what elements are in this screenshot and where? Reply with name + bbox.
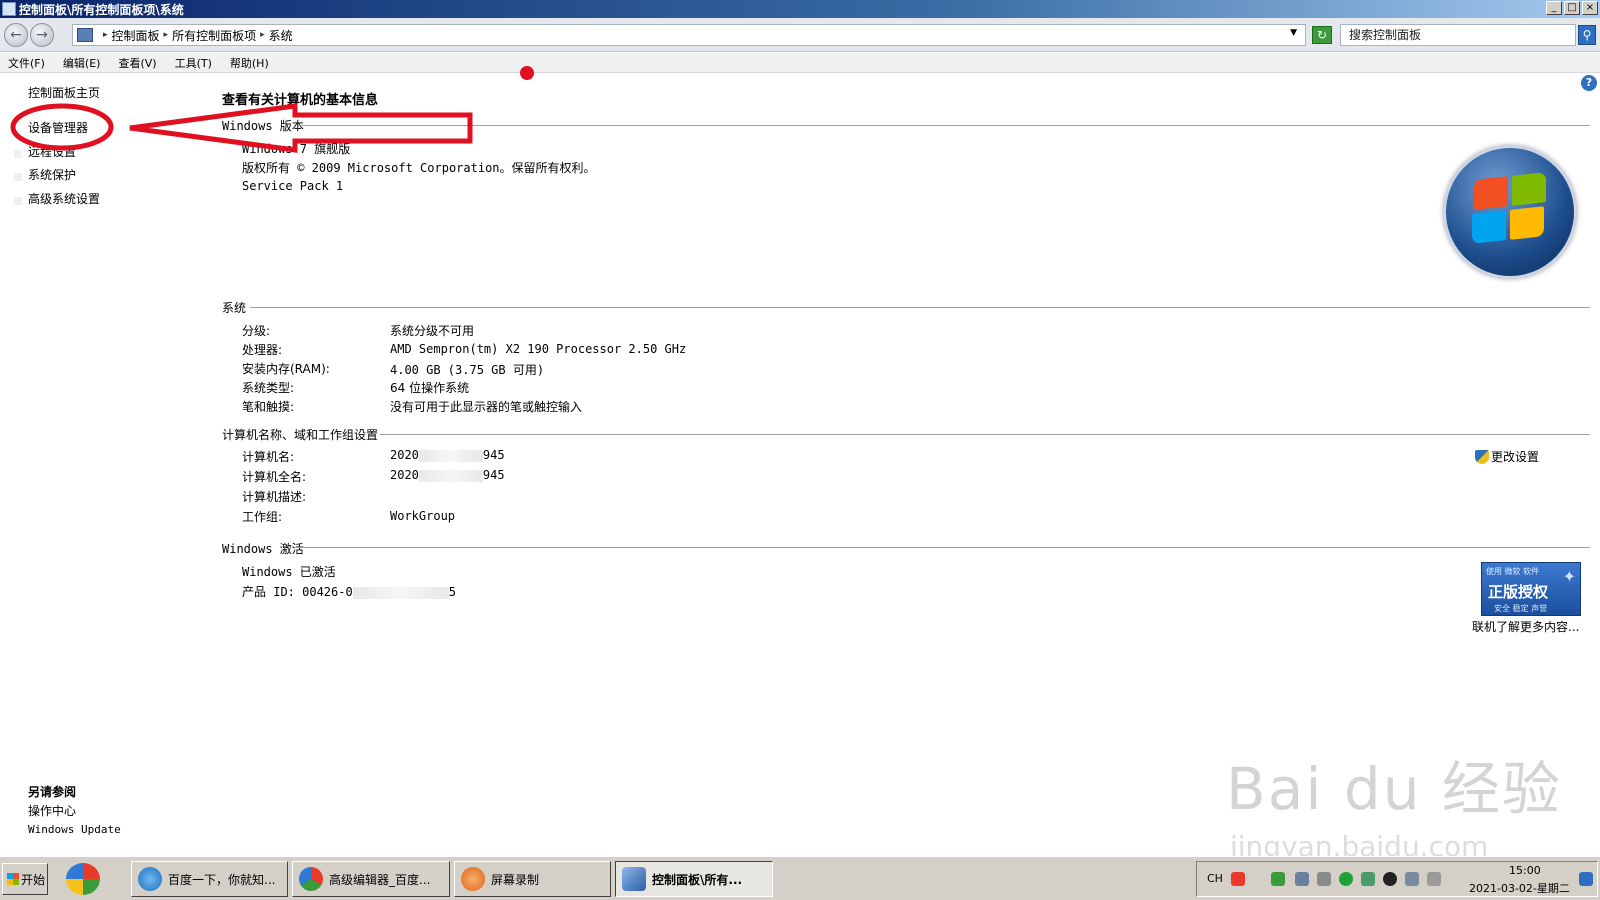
qq-icon[interactable] <box>1383 872 1397 886</box>
internet-explorer-icon <box>138 867 162 891</box>
taskbar-item-editor[interactable]: 高级编辑器_百度... <box>292 861 450 897</box>
taskbar: 开始 百度一下，你就知... 高级编辑器_百度... 屏幕录制 控制面板\所有.… <box>0 856 1600 900</box>
taskbar-item-screen-record[interactable]: 屏幕录制 <box>454 861 611 897</box>
windows-flag-icon <box>7 873 19 885</box>
annotation-arrow <box>129 103 473 153</box>
control-panel-icon <box>622 867 646 891</box>
speaker-icon[interactable] <box>1427 872 1441 886</box>
baidu-watermark: Bai du 经验 <box>1226 755 1562 823</box>
sogou-input-icon[interactable] <box>1231 872 1245 886</box>
clock-time[interactable]: 15:00 <box>1509 864 1541 877</box>
show-desktop-icon[interactable] <box>1579 872 1593 886</box>
taskbar-item-label: 屏幕录制 <box>491 872 540 887</box>
battery-icon[interactable] <box>1271 872 1285 886</box>
taskbar-item-ie[interactable]: 百度一下，你就知... <box>131 861 288 897</box>
keyboard-icon[interactable] <box>1295 872 1309 886</box>
system-tray: CH 15:00 2021-03-02-星期二 <box>1196 861 1598 897</box>
taskbar-item-control-panel[interactable]: 控制面板\所有... <box>615 861 773 897</box>
volume-icon[interactable] <box>1317 872 1331 886</box>
display-icon[interactable] <box>1405 872 1419 886</box>
input-language[interactable]: CH <box>1207 872 1223 885</box>
quick-launch-icon[interactable] <box>66 863 100 895</box>
taskbar-item-label: 高级编辑器_百度... <box>329 872 431 887</box>
annotation-circle <box>10 103 114 151</box>
update-icon[interactable] <box>1339 872 1353 886</box>
screen-record-icon <box>461 867 485 891</box>
taskbar-item-label: 百度一下，你就知... <box>168 872 276 887</box>
chrome-icon <box>299 867 323 891</box>
network-icon[interactable] <box>1361 872 1375 886</box>
clock-date[interactable]: 2021-03-02-星期二 <box>1469 880 1570 896</box>
start-label: 开始 <box>21 872 46 887</box>
start-button[interactable]: 开始 <box>2 863 48 895</box>
taskbar-item-label: 控制面板\所有... <box>652 872 743 887</box>
